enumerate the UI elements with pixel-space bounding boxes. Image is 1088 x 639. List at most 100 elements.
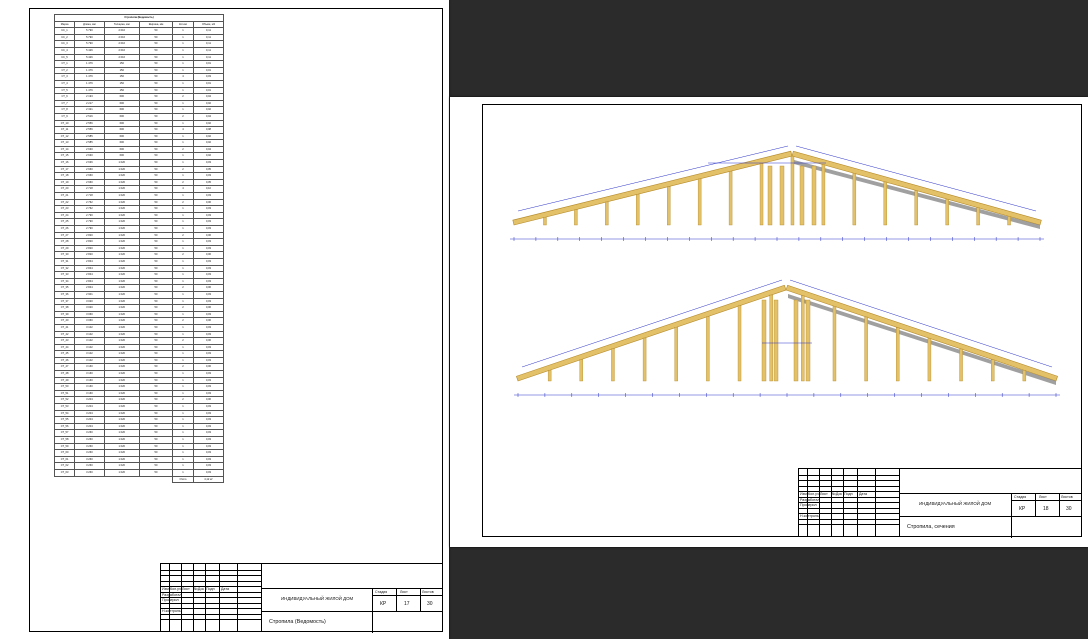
table-row: СТ_47 3 160 1 020 50 2 0,06: [53, 363, 225, 372]
table-cell: 600: [103, 93, 140, 101]
table-row: СТ_32 2 844 1 020 50 1 0,03: [53, 264, 225, 273]
table-cell: 3 160: [74, 370, 105, 378]
table-row: СТ_53 3 204 1 020 50 1 0,03: [53, 403, 225, 411]
table-cell: СТ_32: [53, 264, 76, 273]
table-cell: 3 260: [74, 462, 105, 470]
sheet-number: 18: [1043, 506, 1049, 512]
table-cell: 1 020: [103, 389, 140, 398]
table-cell: 4: [172, 185, 194, 194]
table-row: СТ_27 2 820 1 020 50 2 0,06: [53, 231, 225, 240]
table-cell: 2 844: [74, 264, 105, 273]
table-cell: 50: [138, 449, 174, 457]
table-cell: 1: [172, 330, 194, 339]
table-row: КС_5 5 426 2 016 50 1 0,11: [53, 53, 225, 62]
table-cell: СТ_16: [53, 159, 76, 167]
title-block-header: Лист: [820, 492, 828, 496]
table-cell: 1 020: [103, 396, 140, 405]
table-cell: 50: [138, 172, 174, 180]
title-block-header: Дата: [859, 492, 867, 496]
table-cell: СТ_4: [53, 79, 76, 88]
drawing-sheet-18: Изм Кол.уч Лист №Док Подп Дата Разработал Прове…: [450, 97, 1088, 547]
rafter-post: [959, 348, 963, 382]
table-cell: 3 204: [74, 403, 105, 411]
title-block-line: [420, 588, 421, 611]
table-cell: 2 844: [74, 257, 105, 266]
table-cell: 1: [172, 205, 194, 213]
ridge-post: [779, 165, 785, 226]
title-block-line: [219, 564, 220, 631]
table-cell: 50: [138, 145, 174, 154]
table-cell: 50: [138, 46, 174, 55]
table-cell: 3 160: [74, 376, 105, 385]
table-cell: КС_2: [53, 33, 76, 42]
table-row: СТ_25 2 790 1 020 50 1 0,03: [53, 218, 225, 226]
table-cell: СТ_2: [53, 66, 76, 75]
table-cell: 0,03: [192, 370, 225, 378]
title-block-line: [899, 469, 900, 536]
table-cell: 600: [103, 99, 140, 108]
table-cell: 50: [138, 198, 174, 207]
table-cell: 2: [172, 165, 194, 174]
table-cell: 0,03: [192, 383, 225, 391]
table-cell: 50: [138, 27, 174, 35]
table-cell: 50: [138, 468, 174, 477]
table-cell: 1: [172, 119, 194, 128]
table-row: СТ_51 3 160 1 020 50 1 0,03: [53, 389, 225, 398]
table-cell: 1 020: [103, 376, 140, 385]
table-cell: 0,02: [192, 139, 225, 147]
title-block-header: Кол.уч: [808, 492, 819, 496]
rafter-post: [697, 178, 702, 226]
project-name: ИНДИВИДУАЛЬНЫЙ ЖИЛОЙ ДОМ: [919, 501, 992, 506]
table-cell: 1: [172, 356, 194, 365]
table-cell: 1 020: [103, 264, 140, 273]
table-cell: СТ_63: [53, 468, 76, 477]
table-cell: 50: [138, 343, 174, 352]
table-row: СТ_10 2 556 600 50 1 0,02: [53, 119, 225, 128]
table-cell: 50: [138, 73, 174, 81]
table-cell: 0,10: [192, 185, 225, 194]
table-row: СТ_8 2 321 600 50 1 0,02: [53, 106, 225, 114]
ridge-post: [799, 165, 805, 226]
rafter-post: [927, 338, 932, 382]
table-row: СТ_41 3 102 1 020 50 1 0,03: [53, 323, 225, 332]
slope-dimension-line: [517, 145, 789, 212]
sheet-header: Лист: [1039, 495, 1047, 499]
table-cell: 0,03: [192, 218, 225, 226]
table-cell: 1 020: [103, 165, 140, 174]
table-cell: 50: [138, 33, 174, 42]
table-cell: 50: [138, 389, 174, 398]
table-cell: 2: [172, 304, 194, 312]
table-cell: 1 020: [103, 244, 140, 253]
table-row: СТ_23 2 762 1 020 50 1 0,03: [53, 205, 225, 213]
table-cell: 3 102: [74, 323, 105, 332]
table-row: СТ_57 3 260 1 020 50 1 0,03: [53, 429, 225, 437]
table-cell: 1: [172, 350, 194, 358]
table-row: СТ_30 2 820 1 020 50 2 0,06: [53, 251, 225, 259]
table-cell: 1 476: [74, 86, 105, 95]
title-block-header: Изм: [162, 587, 169, 591]
table-cell: 150: [103, 79, 140, 88]
title-block-line: [857, 469, 858, 536]
table-cell: 50: [138, 290, 174, 299]
table-cell: 1 020: [103, 211, 140, 220]
table-cell: 50: [138, 416, 174, 424]
table-cell: КС_4: [53, 46, 76, 55]
table-cell: СТ_17: [53, 165, 76, 174]
table-cell: 2: [172, 284, 194, 292]
table-row: СТ_33 2 844 1 020 50 1 0,03: [53, 271, 225, 279]
column-header: Ширина, мм: [138, 20, 174, 29]
table-cell: 50: [138, 356, 174, 365]
table-cell: 0,03: [192, 449, 225, 457]
table-cell: СТ_7: [53, 99, 76, 108]
table-cell: 0,04: [192, 112, 225, 121]
table-cell: 1 020: [103, 363, 140, 372]
rafter-post: [543, 217, 547, 226]
title-block-line: [899, 516, 1081, 517]
table-cell: 1 020: [103, 403, 140, 411]
table-row: СТ_59 3 260 1 020 50 1 0,03: [53, 442, 225, 451]
table-cell: 50: [138, 99, 174, 108]
table-row: СТ_24 2 790 1 020 50 1 0,03: [53, 211, 225, 220]
table-cell: 2 762: [74, 205, 105, 213]
table-cell: 0,02: [192, 106, 225, 114]
table-cell: 50: [138, 271, 174, 279]
